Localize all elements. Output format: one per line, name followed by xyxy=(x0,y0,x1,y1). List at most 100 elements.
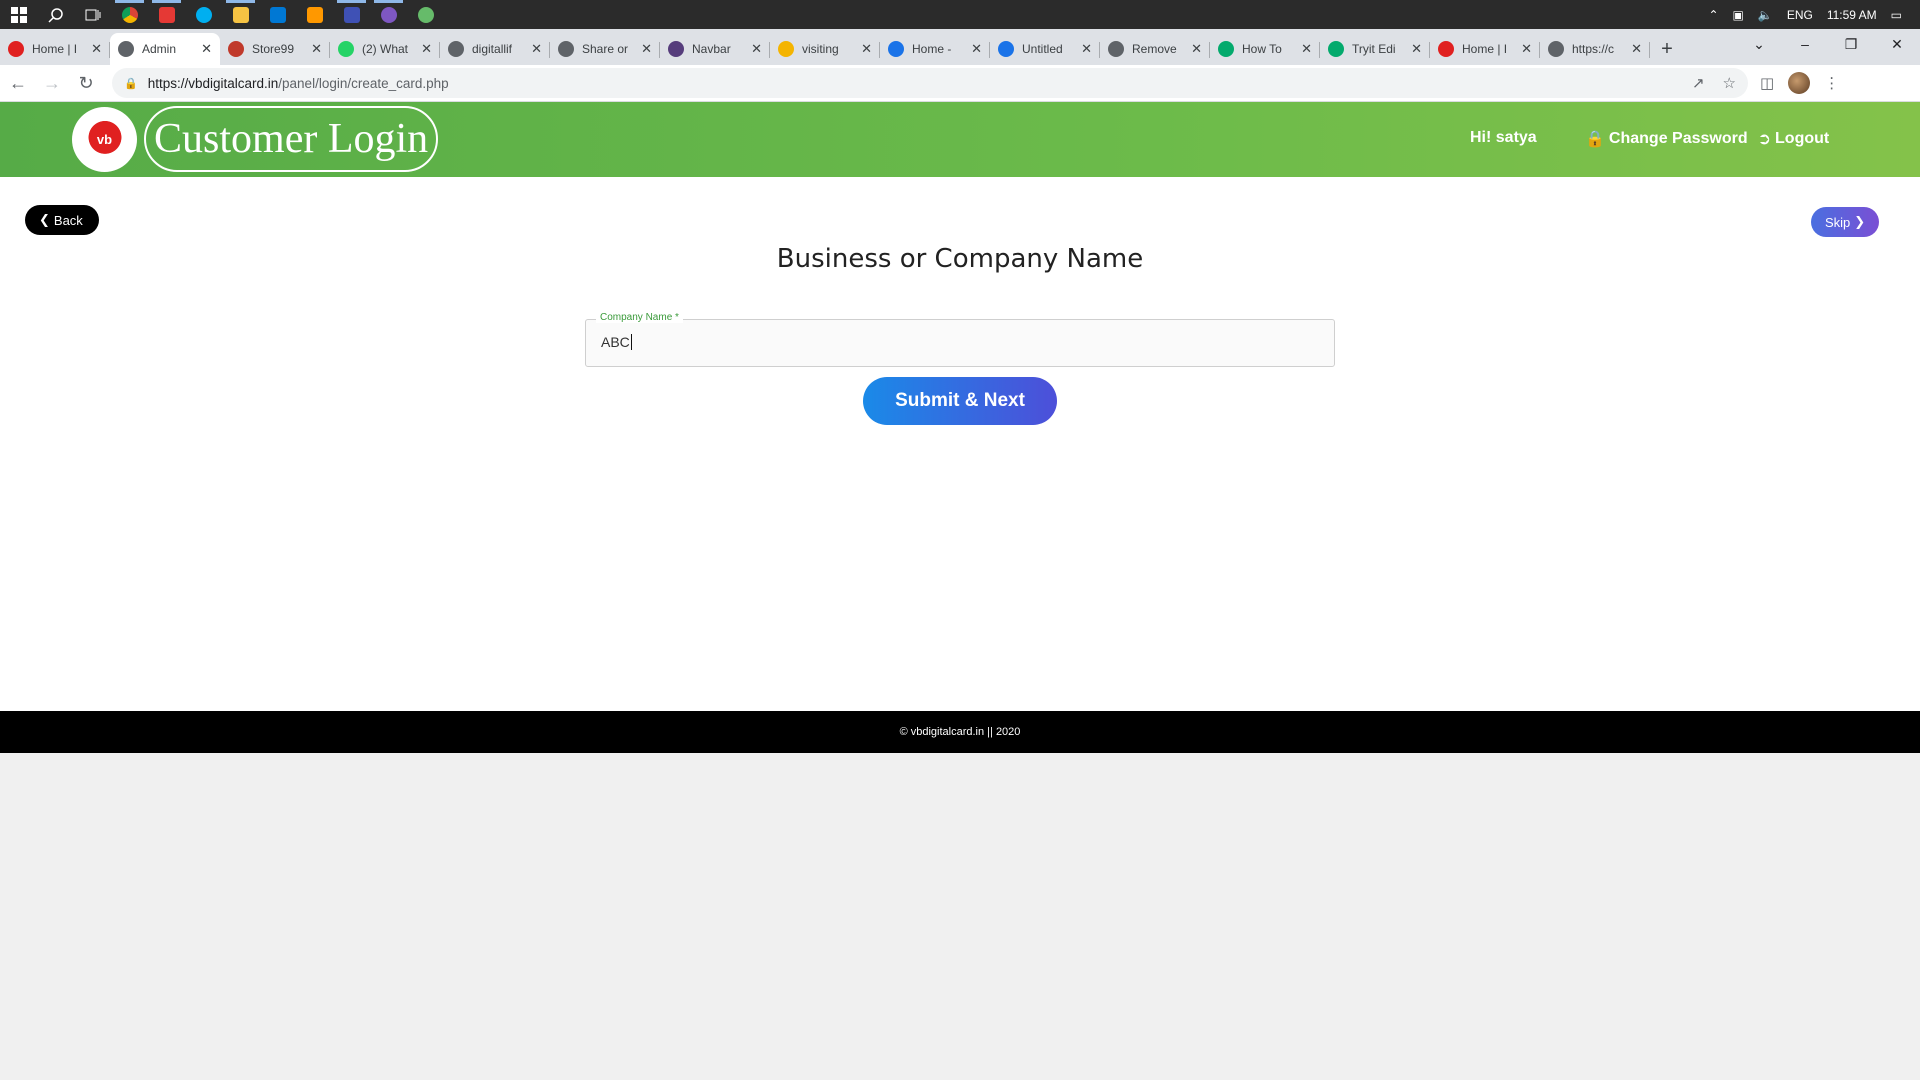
tab-title: How To xyxy=(1242,42,1282,56)
tab-close-icon[interactable]: ✕ xyxy=(421,41,432,57)
browser-tab[interactable]: https://c ✕ xyxy=(1540,33,1650,65)
tab-close-icon[interactable]: ✕ xyxy=(751,41,762,57)
browser-tab[interactable]: Navbar ✕ xyxy=(660,33,770,65)
site-logo[interactable]: vb xyxy=(72,107,137,172)
tab-title: digitallif xyxy=(472,42,513,56)
sublime-icon[interactable] xyxy=(296,0,333,29)
browser-tab[interactable]: digitallif ✕ xyxy=(440,33,550,65)
tab-title: Navbar xyxy=(692,42,731,56)
windows-start-icon[interactable] xyxy=(0,0,37,29)
tab-close-icon[interactable]: ✕ xyxy=(641,41,652,57)
notification-icon[interactable]: ▭ xyxy=(1891,8,1902,22)
tab-close-icon[interactable]: ✕ xyxy=(531,41,542,57)
side-panel-icon[interactable]: ◫ xyxy=(1760,74,1774,92)
tab-close-icon[interactable]: ✕ xyxy=(91,41,102,57)
chrome-icon[interactable] xyxy=(111,0,148,29)
tab-favicon-icon xyxy=(1328,41,1344,57)
tab-close-icon[interactable]: ✕ xyxy=(971,41,982,57)
browser-tab[interactable]: visiting ✕ xyxy=(770,33,880,65)
tab-title: Home | I xyxy=(32,42,78,56)
tab-close-icon[interactable]: ✕ xyxy=(311,41,322,57)
task-view-icon[interactable] xyxy=(74,0,111,29)
tab-favicon-icon xyxy=(668,41,684,57)
submit-next-button[interactable]: Submit & Next xyxy=(863,377,1057,425)
form-title: Business or Company Name xyxy=(776,244,1144,274)
tab-close-icon[interactable]: ✕ xyxy=(1191,41,1202,57)
browser-tab[interactable]: How To ✕ xyxy=(1210,33,1320,65)
tab-title: Tryit Edi xyxy=(1352,42,1396,56)
browser-tab[interactable]: (2) What ✕ xyxy=(330,33,440,65)
browser-tab[interactable]: Untitled ✕ xyxy=(990,33,1100,65)
skype-icon[interactable] xyxy=(185,0,222,29)
skip-label: Skip xyxy=(1825,214,1851,230)
tab-search-icon[interactable]: ⌄ xyxy=(1736,29,1782,59)
tab-close-icon[interactable]: ✕ xyxy=(1521,41,1532,57)
skip-button[interactable]: Skip ❯ xyxy=(1811,207,1880,237)
tab-close-icon[interactable]: ✕ xyxy=(1631,41,1642,57)
minimize-button[interactable]: – xyxy=(1782,29,1828,59)
language-indicator[interactable]: ENG xyxy=(1787,8,1813,22)
back-arrow-icon[interactable]: ← xyxy=(2,67,34,99)
tab-close-icon[interactable]: ✕ xyxy=(1081,41,1092,57)
tab-favicon-icon xyxy=(1108,41,1124,57)
file-explorer-icon[interactable] xyxy=(222,0,259,29)
new-tab-button[interactable]: + xyxy=(1650,33,1684,65)
back-button[interactable]: ❮ Back xyxy=(25,205,99,235)
github-icon[interactable] xyxy=(370,0,407,29)
browser-tab[interactable]: Home - ✕ xyxy=(880,33,990,65)
browser-tab[interactable]: Home | I ✕ xyxy=(1430,33,1540,65)
clock[interactable]: 11:59 AM xyxy=(1827,8,1877,22)
address-bar[interactable]: 🔒 https://vbdigitalcard.in/panel/login/c… xyxy=(112,68,1748,98)
site-header: vb Customer Login Hi! satya 🔒 Change Pass… xyxy=(0,102,1920,177)
close-window-button[interactable]: ✕ xyxy=(1874,29,1920,59)
header-nav: 🔒 Change Password ➲ Logout xyxy=(1585,129,1829,149)
main-content: ❮ Back Skip ❯ Business or Company Name Com… xyxy=(0,177,1920,711)
tab-favicon-icon xyxy=(1218,41,1234,57)
browser-tab[interactable]: Admin ✕ xyxy=(110,33,220,65)
tab-title: Remove xyxy=(1132,42,1177,56)
tab-close-icon[interactable]: ✕ xyxy=(861,41,872,57)
brand-title: Customer Login xyxy=(144,106,439,172)
text-caret xyxy=(630,334,632,350)
tab-favicon-icon xyxy=(558,41,574,57)
chevron-left-icon: ❮ xyxy=(39,212,50,227)
profile-avatar[interactable] xyxy=(1788,72,1811,94)
tab-favicon-icon xyxy=(1548,41,1564,57)
tab-close-icon[interactable]: ✕ xyxy=(1411,41,1422,57)
browser-tab[interactable]: Tryit Edi ✕ xyxy=(1320,33,1430,65)
tab-favicon-icon xyxy=(8,41,24,57)
browser-tab[interactable]: Home | I ✕ xyxy=(0,33,110,65)
tab-favicon-icon xyxy=(338,41,354,57)
company-name-input[interactable]: ABC xyxy=(601,334,630,350)
menu-dots-icon[interactable]: ⋮ xyxy=(1824,74,1839,92)
browser-tab[interactable]: Store99 ✕ xyxy=(220,33,330,65)
browser-tab[interactable]: Share or ✕ xyxy=(550,33,660,65)
app-icon[interactable] xyxy=(148,0,185,29)
app-icon[interactable] xyxy=(333,0,370,29)
tab-title: Share or xyxy=(582,42,629,56)
volume-icon[interactable]: 🔈 xyxy=(1758,8,1773,22)
app-icon[interactable] xyxy=(407,0,444,29)
network-icon[interactable]: ▣ xyxy=(1733,8,1744,22)
tab-title: Untitled xyxy=(1022,42,1063,56)
change-password-link[interactable]: 🔒 Change Password xyxy=(1585,129,1748,149)
bookmark-star-icon[interactable]: ☆ xyxy=(1723,74,1736,92)
chevron-up-icon[interactable]: ⌃ xyxy=(1708,8,1718,22)
reload-icon[interactable]: ↻ xyxy=(70,67,102,99)
change-password-label: Change Password xyxy=(1608,130,1748,147)
browser-tab[interactable]: Remove ✕ xyxy=(1100,33,1210,65)
mail-icon[interactable] xyxy=(259,0,296,29)
search-icon[interactable] xyxy=(37,0,74,29)
maximize-button[interactable]: ❐ xyxy=(1828,29,1874,59)
share-icon[interactable]: ↗ xyxy=(1692,74,1705,92)
windows-taskbar: ⌃ ▣ 🔈 ENG 11:59 AM ▭ xyxy=(0,0,1920,29)
tab-favicon-icon xyxy=(998,41,1014,57)
tab-close-icon[interactable]: ✕ xyxy=(1301,41,1312,57)
logout-link[interactable]: ➲ Logout xyxy=(1758,129,1830,149)
tab-close-icon[interactable]: ✕ xyxy=(201,41,212,57)
lock-icon[interactable]: 🔒 xyxy=(124,77,138,90)
back-label: Back xyxy=(53,212,83,228)
company-name-field[interactable]: Company Name * ABC xyxy=(585,312,1335,367)
forward-arrow-icon[interactable]: → xyxy=(36,67,68,99)
url-host: https://vbdigitalcard.in xyxy=(147,75,279,91)
